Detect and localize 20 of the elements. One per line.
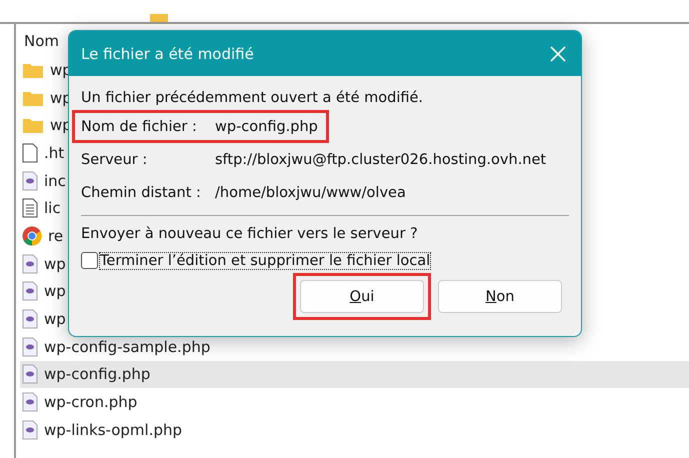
question: Envoyer à nouveau ce fichier vers le serveur ? xyxy=(81,225,419,244)
file-name: .ht xyxy=(44,144,64,162)
file-name: wp-config.php xyxy=(44,365,150,384)
detail-value: sftp://bloxjwu@ftp.cluster026.hosting.ovh.net xyxy=(215,152,548,168)
file-name: lic xyxy=(44,199,61,218)
message: Un fichier précédemment ouvert a été modifié. xyxy=(81,89,424,108)
detail-value: /home/bloxjwu/www/olvea xyxy=(215,184,407,200)
file-name: re xyxy=(48,226,64,245)
file-name: wp xyxy=(44,282,66,300)
detail-label: Serveur : xyxy=(81,152,148,168)
file-name: wp-config-sample.php xyxy=(44,338,210,356)
file-name: wp-links-opml.php xyxy=(44,420,182,439)
dialog-title: Le fichier a été modifié xyxy=(81,44,254,62)
detail-label: Nom de fichier : xyxy=(81,118,198,134)
file-name: wp xyxy=(44,254,66,273)
detail-label: Chemin distant : xyxy=(81,184,202,200)
file-name: wp xyxy=(44,310,66,328)
file-name: wp-cron.php xyxy=(44,393,138,412)
detail-value: wp-config.php xyxy=(215,118,318,134)
file-name: inc xyxy=(44,172,66,190)
